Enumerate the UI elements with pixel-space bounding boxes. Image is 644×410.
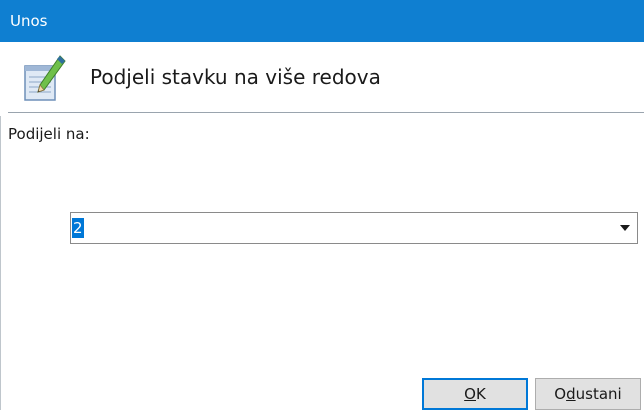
window-title: Unos: [10, 12, 48, 30]
cancel-label-rest: ustani: [575, 385, 622, 403]
pencil-notepad-icon: [22, 54, 68, 104]
dialog-header: Podjeli stavku na više redova: [0, 42, 644, 116]
dialog-window: Unos Podjeli stavku na više redova Podij…: [0, 0, 644, 410]
split-count-value[interactable]: 2: [72, 218, 84, 238]
dropdown-arrow-icon[interactable]: [615, 213, 635, 243]
ok-mnemonic: O: [464, 385, 476, 403]
split-count-combobox[interactable]: 2: [70, 212, 638, 244]
ok-button[interactable]: OK: [422, 378, 528, 410]
cancel-button[interactable]: Odustani: [535, 378, 641, 410]
ok-label-rest: K: [475, 385, 486, 403]
dialog-heading: Podjeli stavku na više redova: [90, 65, 381, 89]
split-count-label: Podijeli na:: [8, 125, 90, 143]
header-separator: [8, 112, 644, 113]
cancel-mnemonic: d: [566, 385, 576, 403]
cancel-label-prefix: O: [554, 385, 567, 403]
title-bar[interactable]: Unos: [0, 0, 644, 42]
